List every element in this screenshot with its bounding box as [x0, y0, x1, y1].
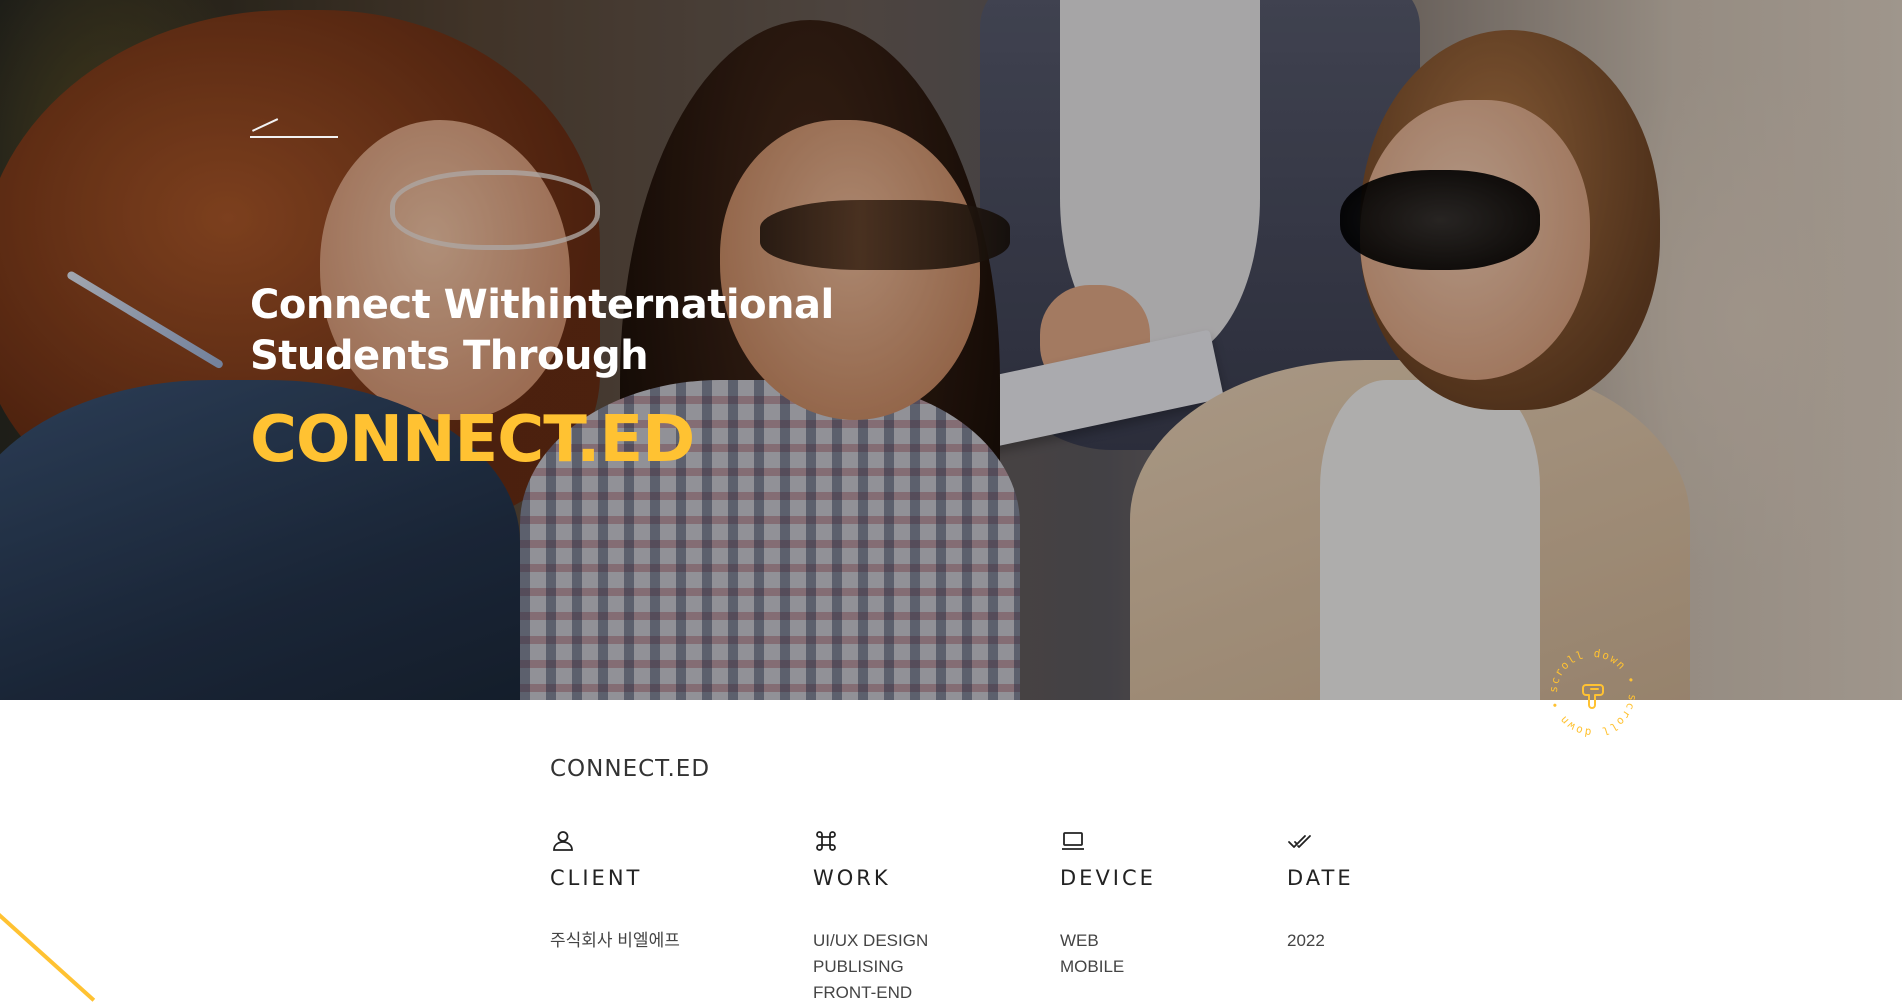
project-name: CONNECT.ED [550, 756, 711, 782]
info-column-date: DATE 2022 [1287, 828, 1354, 954]
hero-title: CONNECT.ED [250, 403, 695, 477]
hero-section: Connect Withinternational Students Throu… [0, 0, 1902, 700]
info-column-device: DEVICE WEB MOBILE [1060, 828, 1156, 980]
work-list: UI/UX DESIGN PUBLISING FRONT-END [813, 928, 928, 1006]
command-icon [813, 828, 839, 854]
hero-subtitle-line-1: Connect Withinternational [250, 282, 834, 328]
laptop-icon [1060, 828, 1086, 854]
info-column-work: WORK UI/UX DESIGN PUBLISING FRONT-END [813, 828, 928, 1006]
date-heading: DATE [1287, 866, 1354, 890]
user-icon [550, 828, 576, 854]
client-heading: CLIENT [550, 866, 643, 890]
device-item: MOBILE [1060, 957, 1125, 976]
client-item: 주식회사 비엘에프 [550, 931, 680, 950]
client-list: 주식회사 비엘에프 [550, 928, 680, 954]
work-item: PUBLISING [813, 957, 904, 976]
date-list: 2022 [1287, 928, 1354, 954]
device-heading: DEVICE [1060, 866, 1156, 890]
info-column-client: CLIENT 주식회사 비엘에프 [550, 828, 680, 954]
device-item: WEB [1060, 931, 1099, 950]
double-check-icon [1287, 828, 1313, 854]
hero-subtitle-line-2: Students Through [250, 333, 649, 379]
device-list: WEB MOBILE [1060, 928, 1156, 980]
accent-diagonal-line [0, 895, 96, 1002]
work-heading: WORK [813, 866, 891, 890]
work-item: UI/UX DESIGN [813, 931, 929, 950]
date-item: 2022 [1287, 931, 1325, 950]
svg-text:scroll down • scroll down •: scroll down • scroll down • [1547, 647, 1639, 739]
hero-decorative-line [250, 136, 338, 138]
pointing-hand-icon [1582, 684, 1604, 709]
scroll-down-badge-text: scroll down • scroll down • [1547, 647, 1638, 739]
work-item: FRONT-END [813, 983, 913, 1002]
scroll-down-button[interactable]: scroll down • scroll down • [1545, 645, 1641, 741]
scroll-down-badge-graphic: scroll down • scroll down • [1547, 647, 1639, 739]
hero-subtitle: Connect Withinternational Students Throu… [250, 280, 950, 382]
